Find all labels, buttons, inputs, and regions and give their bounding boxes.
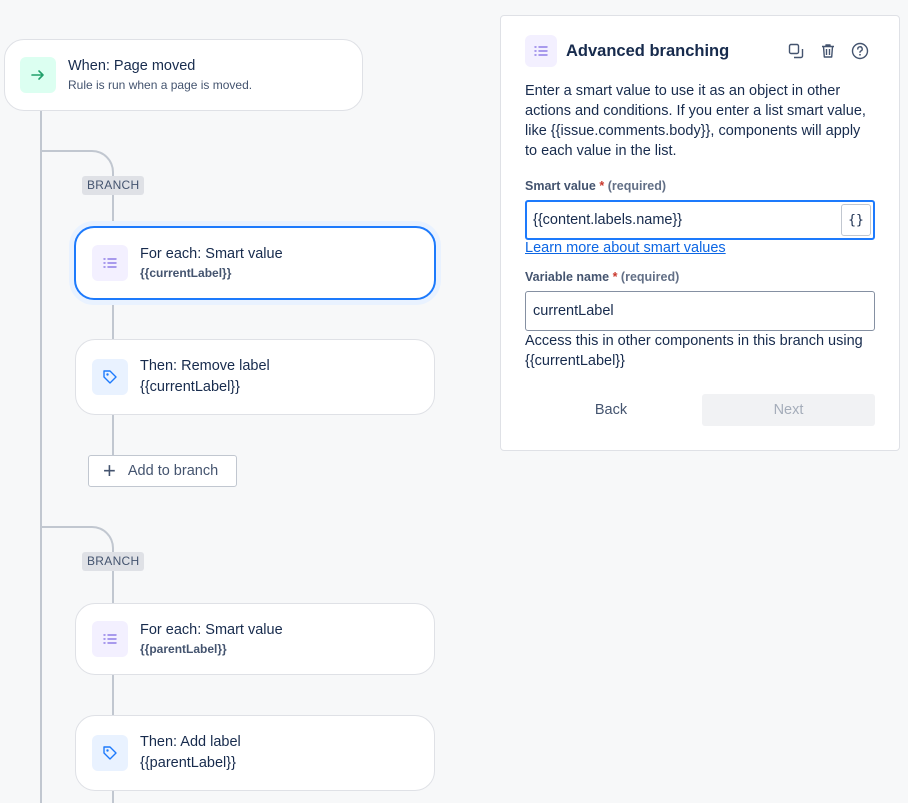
arrow-right-icon xyxy=(20,57,56,93)
add-to-branch-button[interactable]: + Add to branch xyxy=(88,455,237,487)
trigger-title: When: Page moved xyxy=(68,58,196,74)
variable-hint: Access this in other components in this … xyxy=(525,333,863,369)
branch-tag: BRANCH xyxy=(82,176,145,195)
duplicate-icon[interactable] xyxy=(786,41,805,60)
panel-description: Enter a smart value to use it as an obje… xyxy=(525,83,866,159)
list-icon xyxy=(92,621,128,657)
list-icon xyxy=(525,35,557,67)
list-icon xyxy=(92,245,128,281)
add-label-title: Then: Add label xyxy=(140,734,241,750)
for-each-card[interactable]: For each: Smart value {{currentLabel}} xyxy=(74,226,436,300)
branch-tag: BRANCH xyxy=(82,552,145,571)
add-label-card[interactable]: Then: Add label {{parentLabel}} xyxy=(75,715,435,791)
tag-icon xyxy=(92,359,128,395)
help-icon[interactable] xyxy=(850,41,869,60)
smart-value-input[interactable]: {{content.labels.name}} {} xyxy=(525,200,875,240)
back-button[interactable]: Back xyxy=(525,394,697,426)
smart-value-text: {{content.labels.name}} xyxy=(533,212,683,228)
tag-icon xyxy=(92,735,128,771)
variable-name-label: Variable name * (required) xyxy=(525,270,680,284)
delete-icon[interactable] xyxy=(818,41,837,60)
add-label-value: {{parentLabel}} xyxy=(140,755,236,771)
for-each-title: For each: Smart value xyxy=(140,246,283,262)
for-each-value: {{parentLabel}} xyxy=(140,642,227,656)
for-each-card[interactable]: For each: Smart value {{parentLabel}} xyxy=(75,603,435,675)
next-button[interactable]: Next xyxy=(702,394,875,426)
trigger-subtitle: Rule is run when a page is moved. xyxy=(68,78,253,92)
panel-title: Advanced branching xyxy=(566,41,730,60)
main-connector xyxy=(40,110,42,803)
trigger-card[interactable]: When: Page moved Rule is run when a page… xyxy=(4,39,363,111)
panel-header: Advanced branching xyxy=(525,35,875,67)
advanced-branching-panel: Advanced branching Enter a smart value t… xyxy=(500,15,900,451)
remove-label-title: Then: Remove label xyxy=(140,358,270,374)
for-each-value: {{currentLabel}} xyxy=(140,266,232,280)
add-to-branch-label: Add to branch xyxy=(127,463,219,479)
remove-label-card[interactable]: Then: Remove label {{currentLabel}} xyxy=(75,339,435,415)
variable-name-text: currentLabel xyxy=(533,303,614,319)
variable-name-input[interactable]: currentLabel xyxy=(525,291,875,331)
plus-icon: + xyxy=(103,458,116,483)
smart-value-label: Smart value * (required) xyxy=(525,179,667,193)
learn-more-link[interactable]: Learn more about smart values xyxy=(525,240,726,256)
smart-value-picker-button[interactable]: {} xyxy=(841,204,871,236)
for-each-title: For each: Smart value xyxy=(140,622,283,638)
remove-label-value: {{currentLabel}} xyxy=(140,379,240,395)
